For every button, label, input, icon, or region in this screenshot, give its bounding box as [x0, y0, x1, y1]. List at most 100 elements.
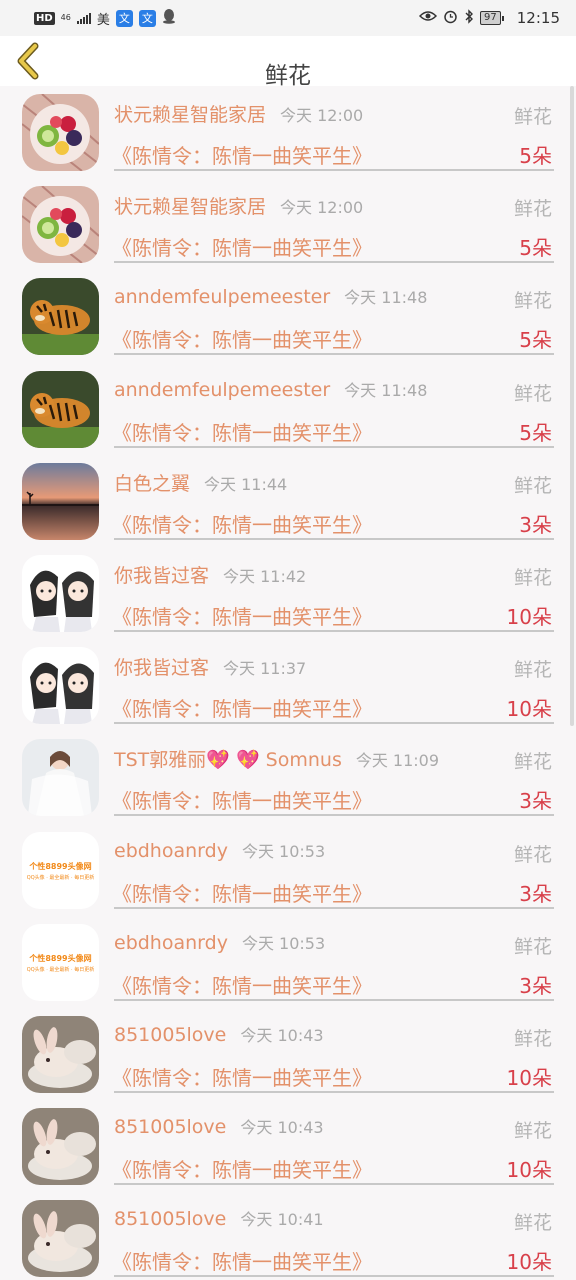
user-avatar[interactable]	[22, 555, 99, 632]
user-name-text: 你我皆过客	[114, 657, 210, 679]
work-title[interactable]: 《陈情令：陈情一曲笑平生》	[112, 140, 372, 169]
gift-type: 鲜花	[513, 383, 552, 405]
user-name[interactable]: TST郭雅丽💖 💖 Somnus 今天 11:09	[114, 745, 439, 772]
work-title[interactable]: 《陈情令：陈情一曲笑平生》	[112, 601, 372, 630]
user-name[interactable]: 你我皆过客 今天 11:42	[114, 561, 306, 588]
flower-count: 10朵	[506, 1158, 552, 1182]
user-name-text: anndemfeulpemeester	[114, 286, 331, 308]
flower-record-list[interactable]: 状元赖星智能家居 今天 12:00 鲜花 《陈情令：陈情一曲笑平生》 5朵 状元赖星智能家…	[0, 86, 576, 1280]
gift-type: 鲜花	[513, 475, 552, 497]
user-name[interactable]: 状元赖星智能家居 今天 12:00	[114, 100, 363, 127]
work-title[interactable]: 《陈情令：陈情一曲笑平生》	[112, 417, 372, 446]
app-notification-icon: 文	[138, 9, 156, 27]
user-name-text: TST郭雅丽💖 💖 Somnus	[114, 749, 342, 771]
status-left: HD 46 美 文 文	[34, 8, 176, 28]
divider	[114, 353, 554, 355]
flower-record-row[interactable]: anndemfeulpemeester 今天 11:48 鲜花《陈情令：陈情一曲笑平…	[0, 270, 576, 362]
flower-count: 10朵	[506, 1066, 552, 1090]
user-avatar[interactable]	[22, 278, 99, 355]
hd-badge: HD	[34, 11, 55, 25]
flower-record-row[interactable]: 你我皆过客 今天 11:37 鲜花《陈情令：陈情一曲笑平生》 10朵	[0, 639, 576, 731]
bluetooth-icon	[464, 8, 474, 28]
site-logo-avatar: 个性8899头像网 QQ头像 · 最全最新 · 每日更新	[22, 924, 99, 1001]
work-title[interactable]: 《陈情令：陈情一曲笑平生》	[112, 324, 372, 353]
user-name[interactable]: 状元赖星智能家居 今天 12:00	[114, 192, 363, 219]
signal-icon	[76, 12, 91, 24]
flower-record-row[interactable]: anndemfeulpemeester 今天 11:48 鲜花《陈情令：陈情一曲笑平…	[0, 363, 576, 455]
flower-count: 3朵	[519, 974, 552, 998]
work-title[interactable]: 《陈情令：陈情一曲笑平生》	[112, 693, 372, 722]
user-avatar[interactable]	[22, 463, 99, 540]
user-avatar[interactable]: 个性8899头像网 QQ头像 · 最全最新 · 每日更新	[22, 924, 99, 1001]
flower-record-row[interactable]: 状元赖星智能家居 今天 12:00 鲜花 《陈情令：陈情一曲笑平生》 5朵	[0, 178, 576, 270]
user-name[interactable]: 白色之翼 今天 11:44	[114, 469, 287, 496]
gift-type: 鲜花	[513, 1028, 552, 1050]
user-name-text: ebdhoanrdy	[114, 840, 228, 862]
gift-time: 今天 10:43	[240, 1118, 324, 1137]
gift-type: 鲜花	[513, 290, 552, 312]
gift-time: 今天 10:53	[241, 842, 326, 861]
user-avatar[interactable]	[22, 739, 99, 816]
work-title[interactable]: 《陈情令：陈情一曲笑平生》	[112, 1154, 372, 1183]
user-name-text: 状元赖星智能家居	[114, 196, 267, 218]
battery-icon: 97	[480, 11, 504, 25]
work-title[interactable]: 《陈情令：陈情一曲笑平生》	[112, 232, 372, 261]
work-title[interactable]: 《陈情令：陈情一曲笑平生》	[112, 785, 372, 814]
header: 鲜花	[0, 36, 576, 89]
gift-time: 今天 10:41	[240, 1210, 324, 1229]
user-avatar[interactable]	[22, 1108, 99, 1185]
gift-time: 今天 11:09	[355, 751, 440, 770]
flower-record-row[interactable]: 个性8899头像网 QQ头像 · 最全最新 · 每日更新 ebdhoanrdy 今天 …	[0, 824, 576, 916]
user-name[interactable]: anndemfeulpemeester 今天 11:48	[114, 284, 427, 308]
clock: 12:15	[516, 9, 560, 27]
user-name[interactable]: 851005love 今天 10:41	[114, 1206, 324, 1230]
flower-count: 10朵	[506, 1250, 552, 1274]
user-name-text: anndemfeulpemeester	[114, 379, 331, 401]
user-avatar[interactable]	[22, 94, 99, 171]
user-name-text: 白色之翼	[114, 473, 191, 495]
flower-count: 10朵	[506, 605, 552, 629]
status-bar: HD 46 美 文 文 97 12:15	[0, 0, 576, 36]
gift-type: 鲜花	[513, 936, 552, 958]
gift-type: 鲜花	[513, 1212, 552, 1234]
eye-icon	[418, 10, 438, 26]
flower-record-row[interactable]: 851005love 今天 10:41 鲜花《陈情令：陈情一曲笑平生》 10朵	[0, 1192, 576, 1280]
work-title[interactable]: 《陈情令：陈情一曲笑平生》	[112, 1246, 372, 1275]
user-name[interactable]: ebdhoanrdy 今天 10:53	[114, 930, 325, 954]
flower-count: 10朵	[506, 697, 552, 721]
site-logo-avatar: 个性8899头像网 QQ头像 · 最全最新 · 每日更新	[22, 832, 99, 909]
flower-record-row[interactable]: 白色之翼 今天 11:44 鲜花 《陈情令：陈情一曲笑平生》 3朵	[0, 455, 576, 547]
logo-line-2: QQ头像 · 最全最新 · 每日更新	[26, 874, 95, 881]
work-title[interactable]: 《陈情令：陈情一曲笑平生》	[112, 878, 372, 907]
user-name[interactable]: 你我皆过客 今天 11:37	[114, 653, 306, 680]
user-name[interactable]: ebdhoanrdy 今天 10:53	[114, 838, 325, 862]
flower-record-row[interactable]: 851005love 今天 10:43 鲜花《陈情令：陈情一曲笑平生》 10朵	[0, 1008, 576, 1100]
user-avatar[interactable]	[22, 1016, 99, 1093]
user-avatar[interactable]	[22, 371, 99, 448]
divider	[114, 1091, 554, 1093]
flower-count: 5朵	[519, 421, 552, 445]
work-title[interactable]: 《陈情令：陈情一曲笑平生》	[112, 970, 372, 999]
work-title[interactable]: 《陈情令：陈情一曲笑平生》	[112, 1062, 372, 1091]
gift-time: 今天 12:00	[280, 198, 364, 217]
flower-record-row[interactable]: TST郭雅丽💖 💖 Somnus 今天 11:09 鲜花 《陈情令：陈情一曲笑平生》 3…	[0, 731, 576, 823]
flower-record-row[interactable]: 状元赖星智能家居 今天 12:00 鲜花 《陈情令：陈情一曲笑平生》 5朵	[0, 86, 576, 178]
gift-type: 鲜花	[513, 659, 552, 681]
flower-count: 5朵	[519, 144, 552, 168]
flower-record-row[interactable]: 你我皆过客 今天 11:42 鲜花 《陈情令：陈情一曲笑平生》 10朵	[0, 547, 576, 639]
user-avatar[interactable]	[22, 1200, 99, 1277]
divider	[114, 907, 554, 909]
user-avatar[interactable]: 个性8899头像网 QQ头像 · 最全最新 · 每日更新	[22, 832, 99, 909]
work-title[interactable]: 《陈情令：陈情一曲笑平生》	[112, 509, 372, 538]
user-avatar[interactable]	[22, 647, 99, 724]
user-name-text: ebdhoanrdy	[114, 932, 228, 954]
flower-count: 3朵	[519, 882, 552, 906]
app-notification-icon: 文	[115, 9, 133, 27]
user-avatar[interactable]	[22, 186, 99, 263]
user-name[interactable]: 851005love 今天 10:43	[114, 1022, 324, 1046]
flower-record-row[interactable]: 851005love 今天 10:43 鲜花 《陈情令：陈情一曲笑平生》 10朵	[0, 1100, 576, 1192]
flower-record-row[interactable]: 个性8899头像网 QQ头像 · 最全最新 · 每日更新 ebdhoanrdy 今天 …	[0, 916, 576, 1008]
user-name[interactable]: anndemfeulpemeester 今天 11:48	[114, 377, 427, 401]
page-title: 鲜花	[265, 63, 311, 89]
user-name[interactable]: 851005love 今天 10:43	[114, 1114, 324, 1138]
